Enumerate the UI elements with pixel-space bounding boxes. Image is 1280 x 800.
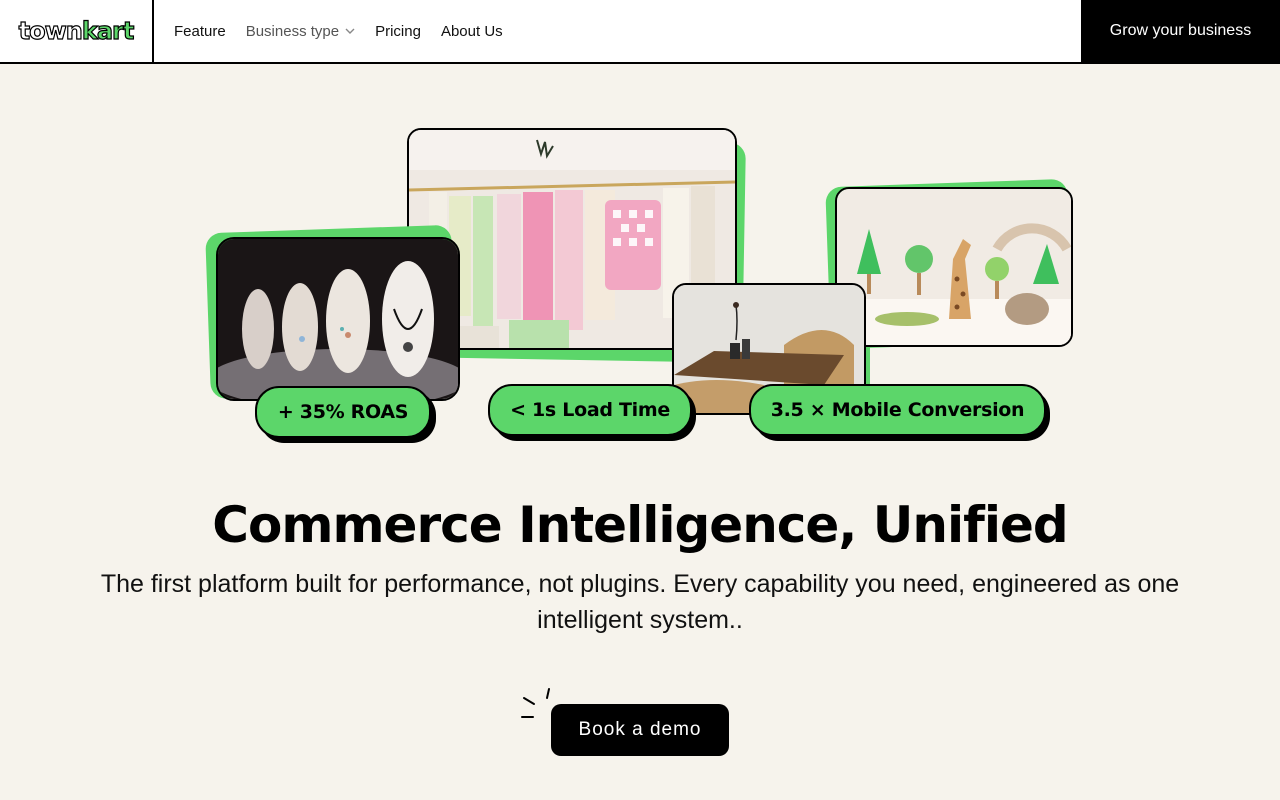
hero-headline: Commerce Intelligence, Unified [212, 496, 1068, 554]
jewelry-display-image [216, 237, 460, 401]
logo-wordmark: townkart [18, 17, 135, 45]
load-time-stat-pill: < 1s Load Time [488, 384, 692, 436]
mobile-conversion-stat-pill: 3.5 × Mobile Conversion [749, 384, 1046, 436]
nav-link-feature[interactable]: Feature [174, 23, 226, 40]
nav-link-business-type[interactable]: Business type [246, 23, 355, 40]
chevron-down-icon [345, 28, 355, 34]
top-nav: townkart Feature Business type Pricing A… [0, 0, 1280, 64]
nav-link-pricing[interactable]: Pricing [375, 23, 421, 40]
book-demo-button[interactable]: Book a demo [551, 704, 729, 756]
nav-link-about[interactable]: About Us [441, 23, 503, 40]
jewelry-illustration [218, 239, 458, 399]
toys-illustration [837, 189, 1071, 345]
grow-business-button[interactable]: Grow your business [1081, 0, 1280, 62]
hero-subheading: The first platform built for performance… [100, 570, 1180, 634]
logo[interactable]: townkart [0, 0, 154, 62]
nav-link-business-type-label: Business type [245, 22, 340, 40]
wooden-toys-image [835, 187, 1073, 347]
roas-stat-pill: + 35% ROAS [255, 386, 431, 438]
nav-links: Feature Business type Pricing About Us [154, 0, 1081, 62]
